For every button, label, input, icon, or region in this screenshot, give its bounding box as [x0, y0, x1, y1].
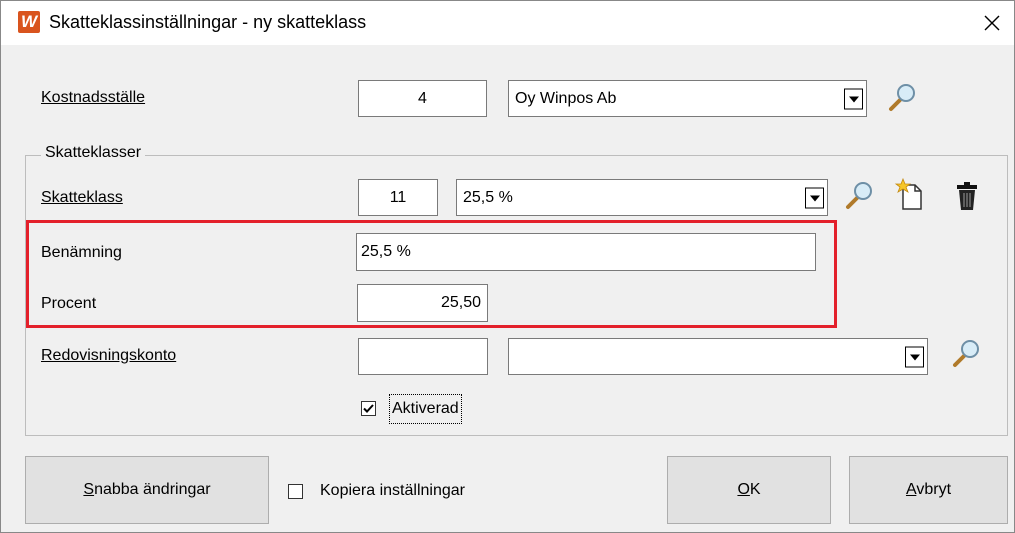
checkmark-icon [363, 404, 374, 413]
account-select[interactable] [508, 338, 928, 375]
magnifier-icon [953, 340, 979, 367]
cost-center-select[interactable]: Oy Winpos Ab [508, 80, 867, 117]
copy-settings-label: Kopiera inställningar [320, 482, 465, 499]
cost-center-name-value: Oy Winpos Ab [515, 89, 617, 107]
tax-class-code-input[interactable]: 11 [358, 179, 438, 216]
chevron-down-icon[interactable] [844, 88, 863, 109]
tax-class-code-value: 11 [389, 188, 407, 206]
title-bar: W Skatteklassinställningar - ny skattekl… [1, 1, 1014, 45]
percent-label: Procent [41, 295, 97, 312]
dialog-window: W Skatteklassinställningar - ny skattekl… [0, 0, 1015, 533]
tax-class-select[interactable]: 25,5 % [456, 179, 828, 216]
delete-tax-class-button[interactable] [951, 179, 983, 218]
percent-input[interactable]: 25,50 [357, 284, 488, 322]
trash-icon [957, 182, 977, 210]
window-title: Skatteklassinställningar - ny skatteklas… [49, 12, 367, 32]
tax-class-name-value: 25,5 % [463, 188, 513, 206]
description-label: Benämning [41, 244, 122, 261]
magnifier-icon [846, 182, 872, 209]
account-code-input[interactable] [358, 338, 488, 375]
activated-label: Aktiverad [389, 394, 462, 424]
quick-changes-button[interactable]: Snabba ändringar [25, 456, 269, 524]
tax-class-search-button[interactable] [842, 179, 876, 218]
close-button[interactable] [976, 7, 1008, 39]
cost-center-code-value: 4 [418, 89, 427, 107]
account-label[interactable]: Redovisningskonto [41, 347, 176, 365]
description-input[interactable]: 25,5 % [356, 233, 816, 271]
chevron-down-icon[interactable] [805, 187, 824, 208]
copy-settings-checkbox[interactable]: Kopiera inställningar [287, 482, 527, 502]
magnifier-icon [889, 84, 915, 111]
activated-checkbox-box[interactable] [361, 401, 376, 416]
cost-center-code-input[interactable]: 4 [358, 80, 487, 117]
description-value: 25,5 % [361, 243, 411, 260]
cost-center-label[interactable]: Kostnadsställe [41, 89, 145, 107]
account-search-button[interactable] [949, 337, 983, 376]
new-tax-class-button[interactable] [894, 177, 928, 218]
copy-settings-checkbox-box[interactable] [288, 484, 303, 499]
tax-class-label[interactable]: Skatteklass [41, 189, 123, 207]
cancel-button[interactable]: Avbryt [849, 456, 1008, 524]
tax-class-group-title: Skatteklasser [41, 144, 146, 162]
cancel-button-label: Avbryt [905, 481, 952, 498]
chevron-down-icon[interactable] [905, 346, 924, 367]
close-icon [984, 15, 1000, 31]
percent-value: 25,50 [440, 294, 481, 311]
ok-button[interactable]: OK [667, 456, 831, 524]
new-document-icon [894, 177, 922, 210]
winpos-app-icon: W [18, 11, 40, 33]
cost-center-search-button[interactable] [885, 81, 919, 120]
ok-button-label: OK [737, 481, 761, 498]
activated-checkbox[interactable]: Aktiverad [358, 393, 488, 427]
quick-changes-button-label: Snabba ändringar [83, 481, 211, 498]
